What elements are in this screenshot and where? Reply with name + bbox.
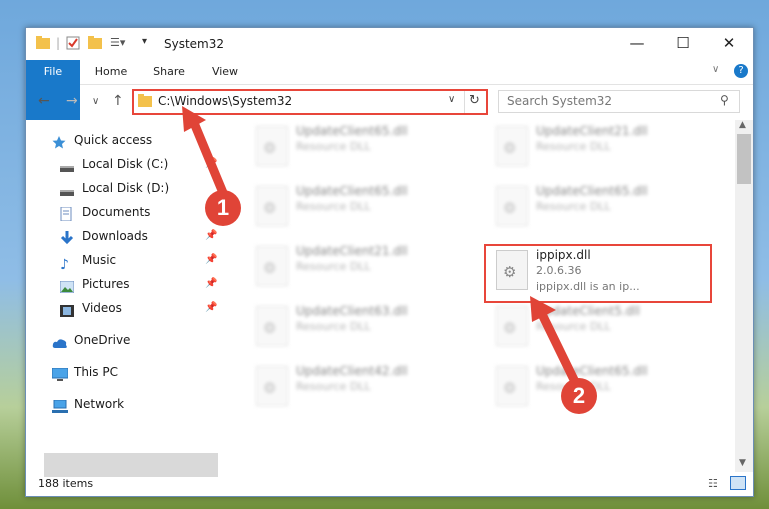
- arrow-2-line: [535, 305, 583, 393]
- step-1-badge: 1: [205, 190, 241, 226]
- step-2-badge: 2: [561, 378, 597, 414]
- arrow-1-line: [187, 113, 231, 205]
- annotation-arrows: [182, 106, 583, 393]
